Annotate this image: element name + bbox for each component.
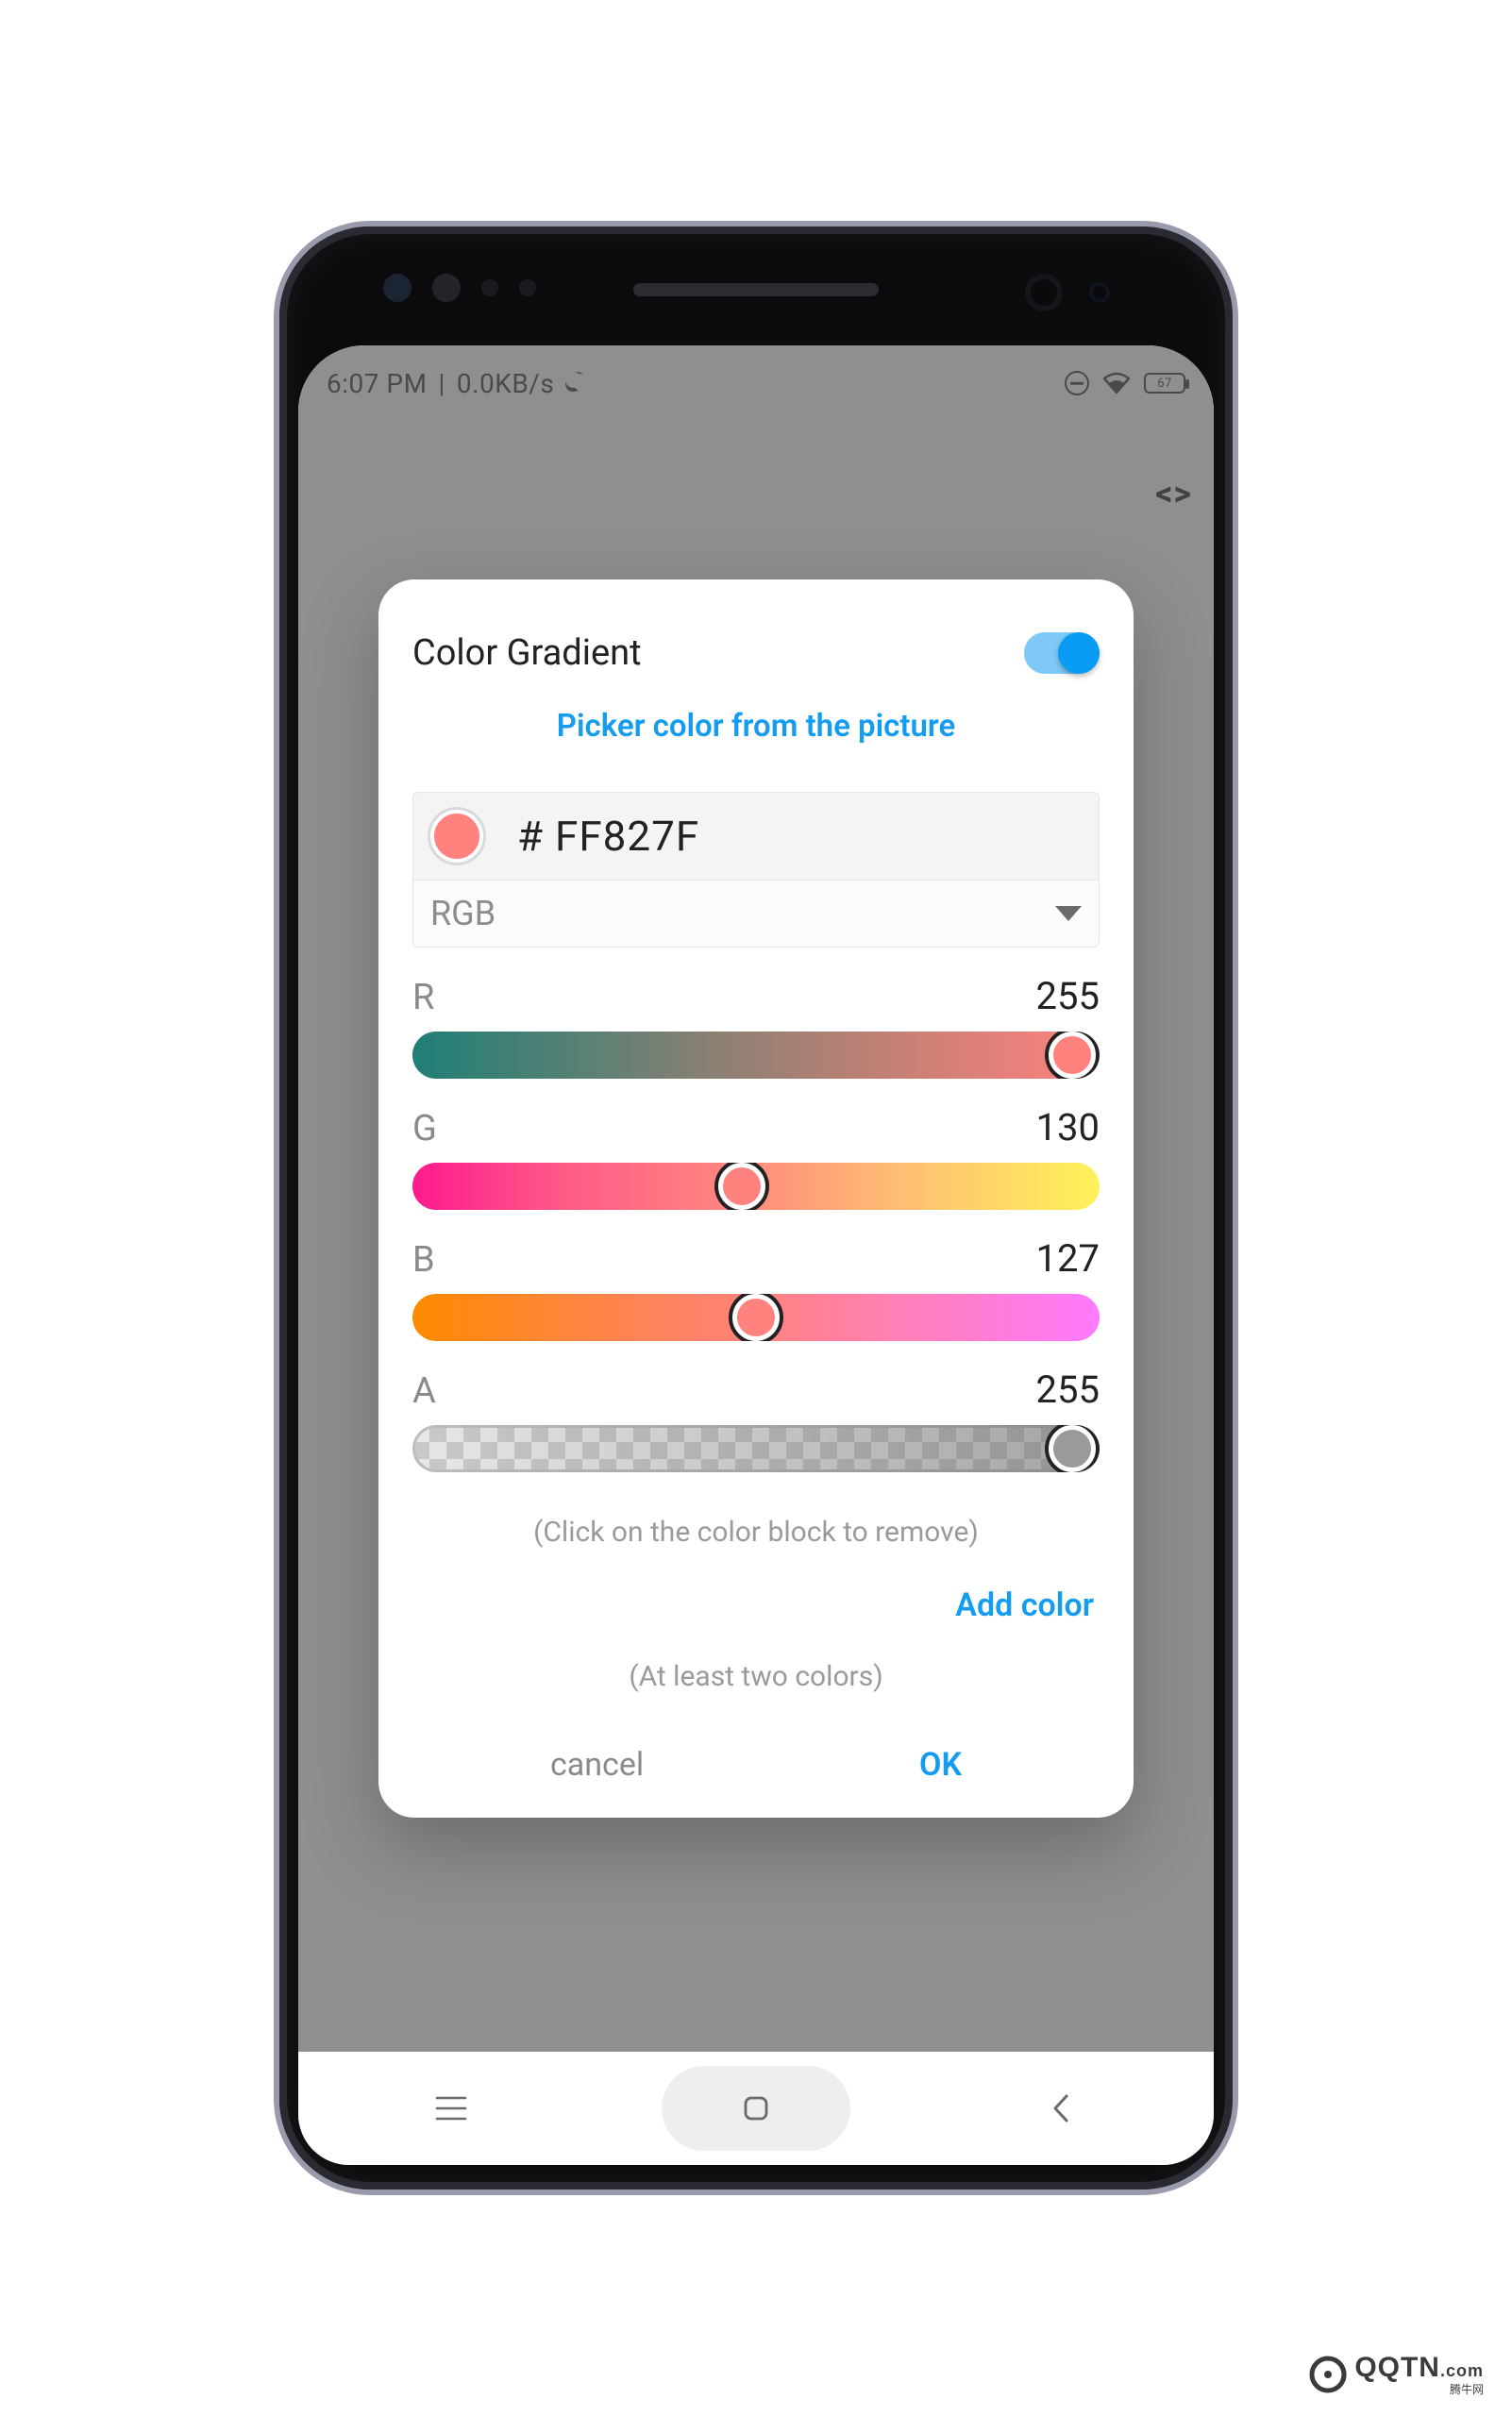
channel-b-slider[interactable] xyxy=(412,1294,1100,1341)
channel-b-label: B xyxy=(412,1239,435,1281)
ok-button[interactable]: OK xyxy=(900,1735,981,1795)
color-mode-label: RGB xyxy=(430,894,496,933)
nav-home-button[interactable] xyxy=(662,2066,850,2151)
channel-g-thumb[interactable] xyxy=(718,1163,765,1210)
watermark-suffix: .com xyxy=(1440,2361,1484,2380)
phone-screen: 6:07 PM | 0.0KB/s < > xyxy=(298,345,1214,2165)
nav-recents-button[interactable] xyxy=(357,2066,546,2151)
hex-value[interactable]: # FF827F xyxy=(517,812,699,861)
watermark-subtext: 腾牛网 xyxy=(1354,2381,1484,2397)
channel-a: A 255 xyxy=(412,1367,1100,1472)
channel-g-label: G xyxy=(412,1108,437,1149)
channel-a-thumb[interactable] xyxy=(1049,1425,1096,1472)
system-nav-bar xyxy=(298,2052,1214,2165)
dialog-title: Color Gradient xyxy=(412,632,642,674)
color-mode-select[interactable]: RGB xyxy=(412,881,1100,948)
phone-frame: 6:07 PM | 0.0KB/s < > xyxy=(279,226,1233,2190)
chevron-down-icon xyxy=(1055,906,1082,921)
hint-remove: (Click on the color block to remove) xyxy=(412,1516,1100,1549)
channel-r-value: 255 xyxy=(1036,974,1100,1018)
channel-b-thumb[interactable] xyxy=(732,1294,780,1341)
nav-back-button[interactable] xyxy=(966,2066,1155,2151)
phone-sensors-right xyxy=(1025,274,1110,311)
hint-min-colors: (At least two colors) xyxy=(412,1660,1100,1693)
cancel-button[interactable]: cancel xyxy=(531,1735,663,1795)
watermark-text: QQTN xyxy=(1354,2352,1440,2383)
color-gradient-dialog: Color Gradient Picker color from the pic… xyxy=(378,579,1134,1818)
channel-g-value: 130 xyxy=(1036,1105,1100,1149)
watermark-logo-icon xyxy=(1309,2356,1347,2393)
channel-r: R 255 xyxy=(412,974,1100,1079)
channel-g: G 130 xyxy=(412,1105,1100,1210)
color-swatch[interactable] xyxy=(430,810,483,863)
channel-b: B 127 xyxy=(412,1236,1100,1341)
site-watermark: QQTN.com 腾牛网 xyxy=(1309,2352,1484,2397)
channel-g-slider[interactable] xyxy=(412,1163,1100,1210)
channel-a-value: 255 xyxy=(1036,1367,1100,1412)
phone-sensors-left xyxy=(383,274,536,302)
current-color-row: # FF827F xyxy=(412,792,1100,881)
gradient-toggle-switch[interactable] xyxy=(1024,632,1100,674)
picker-from-picture-link[interactable]: Picker color from the picture xyxy=(412,708,1100,745)
phone-earpiece xyxy=(633,283,879,296)
channel-a-slider[interactable] xyxy=(412,1425,1100,1472)
channel-r-slider[interactable] xyxy=(412,1032,1100,1079)
channel-b-value: 127 xyxy=(1036,1236,1100,1281)
channel-r-label: R xyxy=(412,977,434,1018)
add-color-button[interactable]: Add color xyxy=(418,1586,1094,1624)
channel-r-thumb[interactable] xyxy=(1049,1032,1096,1079)
channel-a-label: A xyxy=(412,1370,436,1412)
